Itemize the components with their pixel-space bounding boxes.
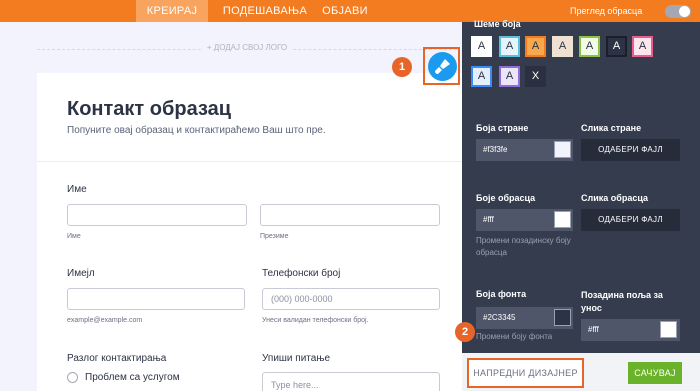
step-badge-1: 1 bbox=[392, 57, 412, 77]
question-textarea[interactable]: Type here... bbox=[262, 372, 440, 391]
clear-scheme-button[interactable]: X bbox=[525, 66, 546, 87]
question-label: Упиши питање bbox=[262, 353, 331, 364]
font-color-chip[interactable] bbox=[554, 309, 571, 326]
name-label: Име bbox=[67, 184, 87, 195]
tab-settings[interactable]: ПОДЕШАВАЊА bbox=[220, 0, 310, 22]
reason-radio[interactable] bbox=[67, 372, 78, 383]
email-input[interactable] bbox=[67, 288, 245, 310]
form-title[interactable]: Контакт образац bbox=[67, 98, 231, 121]
add-logo-area[interactable]: + ДОДАЈ СВОЈ ЛОГО bbox=[37, 43, 457, 52]
page-image-label: Слика стране bbox=[581, 123, 642, 133]
advanced-designer-button[interactable]: НАПРЕДНИ ДИЗАЈНЕР bbox=[467, 358, 584, 388]
header-divider bbox=[37, 161, 462, 162]
toggle-knob bbox=[679, 6, 690, 17]
font-color-hint: Промени боју фонта bbox=[476, 332, 553, 341]
top-bar: КРЕИРАЈ ПОДЕШАВАЊА ОБЈАВИ Преглед обрасц… bbox=[0, 0, 700, 22]
reason-option-label[interactable]: Проблем са услугом bbox=[85, 372, 180, 383]
font-color-label: Боја фонта bbox=[476, 289, 527, 299]
page-image-button[interactable]: ОДАБЕРИ ФАЈЛ bbox=[581, 139, 680, 161]
reason-label: Разлог контактирања bbox=[67, 353, 167, 364]
add-logo-link[interactable]: + ДОДАЈ СВОЈ ЛОГО bbox=[201, 43, 293, 52]
field-bg-chip[interactable] bbox=[660, 321, 677, 338]
first-name-input[interactable] bbox=[67, 204, 247, 226]
form-subtitle[interactable]: Попуните овај образац и контактираћемо В… bbox=[67, 125, 326, 136]
form-color-hint: Промени позадинску боју обрасца bbox=[476, 236, 571, 257]
color-scheme-swatch[interactable]: A bbox=[499, 36, 520, 57]
last-name-input[interactable] bbox=[260, 204, 440, 226]
last-name-hint: Презиме bbox=[260, 233, 289, 240]
phone-input[interactable]: (000) 000-0000 bbox=[262, 288, 440, 310]
tab-create[interactable]: КРЕИРАЈ bbox=[136, 0, 208, 22]
preview-toggle[interactable] bbox=[665, 5, 691, 18]
form-image-button[interactable]: ОДАБЕРИ ФАЈЛ bbox=[581, 209, 680, 231]
form-color-chip[interactable] bbox=[554, 211, 571, 228]
form-card: Контакт образац Попуните овај образац и … bbox=[37, 73, 462, 391]
color-scheme-swatch[interactable]: A bbox=[606, 36, 627, 57]
color-schemes-label: Шеме боја bbox=[474, 19, 521, 29]
field-bg-label: Позадина поља за унос bbox=[581, 290, 663, 313]
color-scheme-swatch[interactable]: A bbox=[471, 36, 492, 57]
designer-panel: Шеме боја AAAAAAAAAX Боја стране #f3f3fe… bbox=[462, 19, 700, 391]
phone-hint: Унеси валидан телефонски број. bbox=[262, 317, 369, 324]
page-color-label: Боја стране bbox=[476, 123, 529, 133]
tab-publish[interactable]: ОБЈАВИ bbox=[316, 0, 374, 22]
color-scheme-swatch[interactable]: A bbox=[632, 36, 653, 57]
save-button[interactable]: САЧУВАЈ bbox=[628, 362, 682, 384]
form-image-label: Слика обрасца bbox=[581, 193, 648, 203]
email-label: Имејл bbox=[67, 268, 95, 279]
preview-label: Преглед обрасца bbox=[570, 6, 643, 16]
paint-brush-icon bbox=[435, 59, 450, 74]
color-scheme-swatch[interactable]: A bbox=[579, 36, 600, 57]
color-scheme-swatch[interactable]: A bbox=[471, 66, 492, 87]
email-hint: example@example.com bbox=[67, 317, 143, 324]
page-color-chip[interactable] bbox=[554, 141, 571, 158]
first-name-hint: Име bbox=[67, 233, 81, 240]
phone-label: Телефонски број bbox=[262, 268, 341, 279]
color-scheme-swatch[interactable]: A bbox=[552, 36, 573, 57]
form-designer-button[interactable] bbox=[428, 52, 457, 81]
form-color-label: Боје обрасца bbox=[476, 193, 536, 203]
color-scheme-swatch[interactable]: A bbox=[499, 66, 520, 87]
step-badge-2: 2 bbox=[455, 322, 475, 342]
color-scheme-swatch[interactable]: A bbox=[525, 36, 546, 57]
